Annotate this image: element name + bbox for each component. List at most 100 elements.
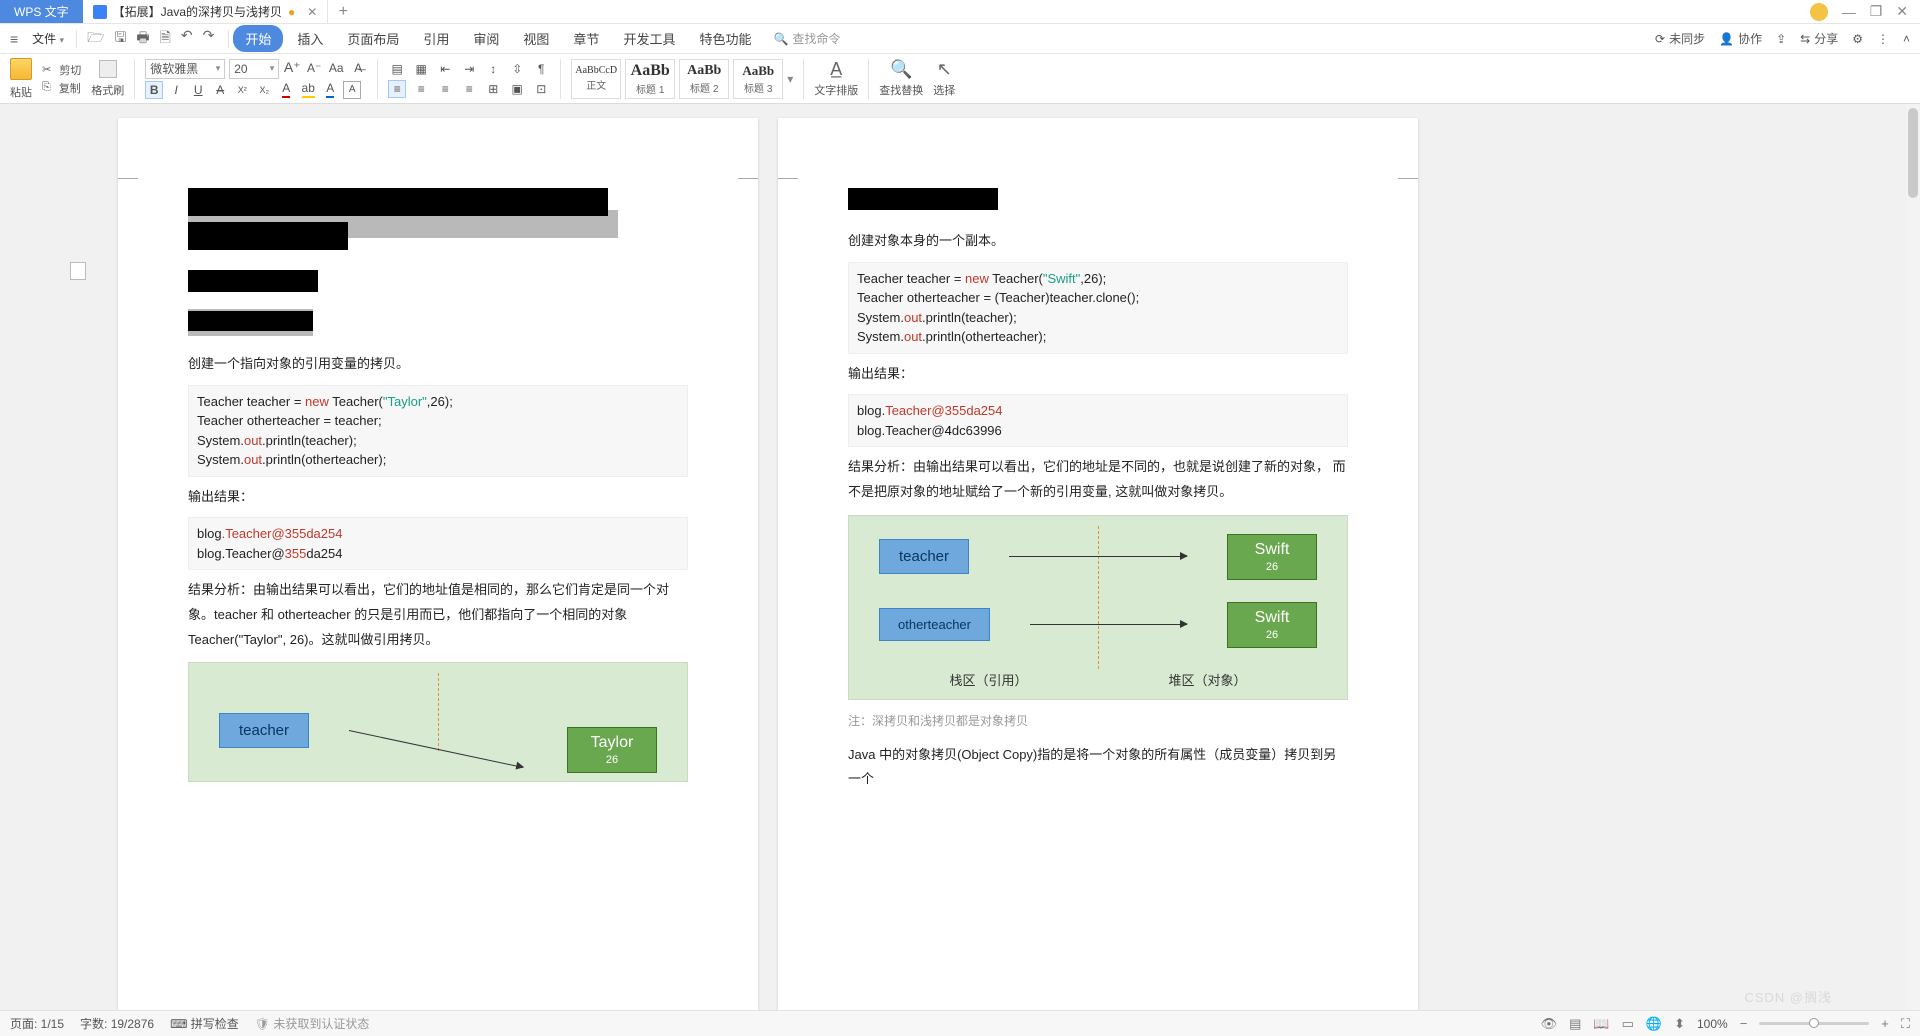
clear-format-icon[interactable]: A̶	[349, 59, 367, 77]
read-view-icon[interactable]: 📖	[1593, 1016, 1609, 1032]
format-brush-button[interactable]: 格式刷	[91, 60, 124, 98]
minimize-icon[interactable]: —	[1842, 4, 1856, 20]
phonetic-button[interactable]: A	[343, 81, 361, 99]
superscript-button[interactable]: X²	[233, 81, 251, 99]
borders-icon[interactable]: ⊡	[532, 80, 550, 98]
web-view-icon[interactable]: 🌐	[1646, 1016, 1662, 1032]
copy-button[interactable]: ⎘ 复制	[42, 80, 81, 96]
page-nav-icon[interactable]	[70, 262, 86, 280]
align-right-icon[interactable]: ≡	[436, 80, 454, 98]
fullscreen-icon[interactable]: ⛶	[1901, 1016, 1910, 1032]
show-marks-icon[interactable]: ¶	[532, 60, 550, 78]
maximize-icon[interactable]: ❐	[1870, 3, 1883, 20]
tab-start[interactable]: 开始	[233, 25, 283, 52]
print-preview-icon[interactable]: 🗎	[160, 27, 171, 51]
close-window-icon[interactable]: ✕	[1896, 3, 1908, 20]
sort-icon[interactable]: ↕	[484, 60, 502, 78]
export-icon[interactable]: ⇪	[1776, 32, 1786, 46]
code-block-1: Teacher teacher = new Teacher("Taylor",2…	[188, 385, 688, 477]
shrink-font-icon[interactable]: A⁻	[305, 59, 323, 77]
grow-font-icon[interactable]: A⁺	[283, 59, 301, 77]
app-tab[interactable]: WPS 文字	[0, 0, 83, 23]
strike-button[interactable]: A	[211, 81, 229, 99]
bullets-icon[interactable]: ▤	[388, 60, 406, 78]
underline-button[interactable]: U	[189, 81, 207, 99]
tab-review[interactable]: 审阅	[463, 25, 509, 52]
zoom-out-icon[interactable]: −	[1740, 1016, 1748, 1031]
page-2: 创建对象本身的一个副本。 Teacher teacher = new Teach…	[778, 118, 1418, 1010]
redo-icon[interactable]: ↷	[203, 27, 215, 51]
tab-insert[interactable]: 插入	[287, 25, 333, 52]
zoom-in-icon[interactable]: +	[1881, 1016, 1889, 1031]
zoom-slider[interactable]	[1759, 1022, 1869, 1025]
close-tab-icon[interactable]: ✕	[307, 5, 317, 19]
style-heading1[interactable]: AaBb标题 1	[625, 59, 675, 99]
select-button[interactable]: ↖选择	[933, 59, 955, 98]
style-gallery[interactable]: AaBbCcD正文 AaBb标题 1 AaBb标题 2 AaBb标题 3 ▾	[571, 59, 793, 99]
document-tab[interactable]: 【拓展】Java的深拷贝与浅拷贝 ● ✕	[83, 0, 329, 23]
new-tab-button[interactable]: +	[328, 0, 358, 23]
hamburger-icon[interactable]: ≡	[10, 31, 18, 47]
distribute-icon[interactable]: ⊞	[484, 80, 502, 98]
word-doc-icon	[93, 5, 107, 19]
user-avatar[interactable]	[1810, 3, 1828, 21]
spell-check[interactable]: ⌨ 拼写检查	[170, 1015, 239, 1032]
box-taylor: Taylor26	[567, 727, 657, 773]
page-view-icon[interactable]: ▭	[1622, 1016, 1634, 1032]
style-heading2[interactable]: AaBb标题 2	[679, 59, 729, 99]
scroll-thumb[interactable]	[1908, 108, 1918, 198]
open-icon[interactable]: 🗁	[87, 27, 104, 51]
align-center-icon[interactable]: ≡	[412, 80, 430, 98]
page-indicator[interactable]: 页面: 1/15	[10, 1015, 64, 1032]
zoom-level[interactable]: 100%	[1697, 1017, 1728, 1031]
line-spacing-icon[interactable]: ⇳	[508, 60, 526, 78]
undo-icon[interactable]: ↶	[181, 27, 193, 51]
settings-icon[interactable]: ⚙	[1852, 32, 1863, 46]
bold-button[interactable]: B	[145, 81, 163, 99]
shading-icon[interactable]: ▣	[508, 80, 526, 98]
more-icon[interactable]: ⋮	[1877, 32, 1889, 46]
word-count[interactable]: 字数: 19/2876	[80, 1015, 154, 1032]
highlight-button[interactable]: ab	[299, 81, 317, 99]
font-name-select[interactable]: 微软雅黑▾	[145, 59, 225, 79]
find-replace-button[interactable]: 🔍查找替换	[879, 59, 923, 98]
tab-view[interactable]: 视图	[513, 25, 559, 52]
share-button[interactable]: ⇆ 分享	[1800, 30, 1838, 47]
save-icon[interactable]: 🖫	[114, 27, 126, 51]
tab-special[interactable]: 特色功能	[689, 25, 761, 52]
collapse-ribbon-icon[interactable]: ˄	[1903, 32, 1910, 46]
style-normal[interactable]: AaBbCcD正文	[571, 59, 621, 99]
align-left-icon[interactable]: ≡	[388, 80, 406, 98]
collab-button[interactable]: 👤 协作	[1719, 30, 1762, 47]
document-canvas[interactable]: 创建一个指向对象的引用变量的拷贝。 Teacher teacher = new …	[0, 104, 1906, 1010]
paste-group[interactable]: 粘贴	[10, 58, 32, 100]
cut-button[interactable]: ✂ 剪切	[42, 62, 81, 78]
command-search[interactable]: 🔍 查找命令	[773, 30, 840, 47]
style-more-icon[interactable]: ▾	[787, 72, 793, 86]
style-heading3[interactable]: AaBb标题 3	[733, 59, 783, 99]
vertical-scrollbar[interactable]	[1906, 104, 1920, 1010]
file-menu[interactable]: 文件 ▾	[24, 30, 72, 47]
tab-chapter[interactable]: 章节	[563, 25, 609, 52]
italic-button[interactable]: I	[167, 81, 185, 99]
fit-width-icon[interactable]: ⬍	[1674, 1016, 1685, 1032]
font-color2-button[interactable]: A	[321, 81, 339, 99]
outline-view-icon[interactable]: ▤	[1569, 1016, 1581, 1032]
numbering-icon[interactable]: ▦	[412, 60, 430, 78]
font-size-select[interactable]: 20▾	[229, 59, 279, 79]
indent-icon[interactable]: ⇥	[460, 60, 478, 78]
change-case-icon[interactable]: Aa	[327, 59, 345, 77]
font-color-button[interactable]: A	[277, 81, 295, 99]
eye-icon[interactable]: 👁	[1541, 1016, 1558, 1032]
search-placeholder: 查找命令	[792, 30, 840, 47]
text-layout-button[interactable]: A̲文字排版	[814, 59, 858, 98]
diagram-ref-copy: teacher Taylor26	[188, 662, 688, 782]
tab-page-layout[interactable]: 页面布局	[337, 25, 409, 52]
align-justify-icon[interactable]: ≡	[460, 80, 478, 98]
outdent-icon[interactable]: ⇤	[436, 60, 454, 78]
subscript-button[interactable]: X₂	[255, 81, 273, 99]
sync-button[interactable]: ⟳ 未同步	[1655, 30, 1705, 47]
tab-dev-tools[interactable]: 开发工具	[613, 25, 685, 52]
print-icon[interactable]: 🖶	[136, 27, 149, 51]
tab-references[interactable]: 引用	[413, 25, 459, 52]
